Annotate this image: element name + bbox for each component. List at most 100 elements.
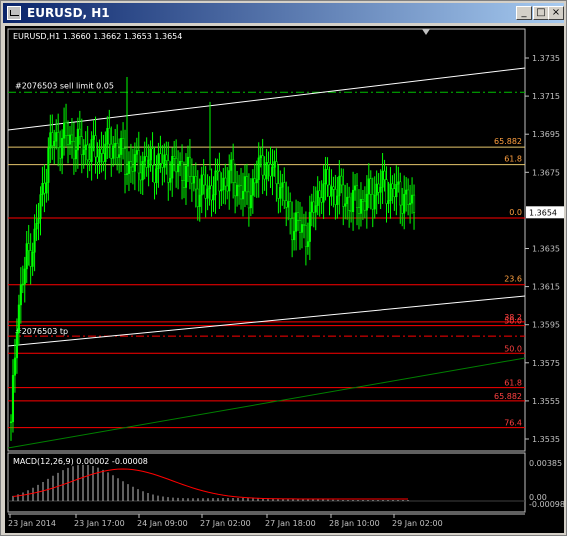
candle-body <box>74 149 77 160</box>
candle-body <box>385 179 388 204</box>
candle-body <box>84 144 87 151</box>
candle-body <box>281 182 284 188</box>
chart-window-icon[interactable] <box>7 6 21 20</box>
candle-body <box>196 188 199 207</box>
candle-body <box>326 169 329 186</box>
candle-body <box>395 184 398 198</box>
candle-body <box>39 194 42 219</box>
candle-body <box>359 199 363 214</box>
candle-body <box>78 128 81 137</box>
candle-body <box>137 150 140 174</box>
close-button[interactable]: × <box>548 6 564 20</box>
price-tick-label: 1.3535 <box>532 435 560 444</box>
candle-body <box>92 135 95 140</box>
macd-axis-label: -0.00098 <box>529 500 564 509</box>
candle-body <box>127 161 131 174</box>
candle-body <box>381 170 384 188</box>
candle-body <box>88 159 91 162</box>
time-tick-label: 27 Jan 02:00 <box>200 519 251 528</box>
candle-body <box>348 196 351 211</box>
candle-body <box>112 145 115 159</box>
chart-area[interactable]: 1.3735 1.3715 1.3695 1.3675 1.3635 1.3615 1.35… <box>5 26 564 533</box>
candle-body <box>302 224 305 226</box>
candle-body <box>277 183 280 199</box>
candle-body <box>94 135 97 158</box>
candle-body <box>122 138 125 149</box>
candle-body <box>96 156 99 163</box>
minimize-button[interactable]: _ <box>516 6 532 20</box>
candle-body <box>324 169 327 185</box>
candle-body <box>241 190 245 200</box>
candle-body <box>17 304 20 333</box>
candle-body <box>407 189 410 205</box>
candle-body <box>291 218 294 241</box>
candle-body <box>35 223 38 230</box>
candle-body <box>334 189 337 205</box>
candle-body <box>149 148 152 161</box>
price-tick-label: 1.3735 <box>532 54 560 63</box>
fib-level-label: 50.0 <box>504 344 522 353</box>
candle-body <box>293 231 296 241</box>
fib-level-label: 61.8 <box>504 379 522 388</box>
candle-body <box>155 168 158 183</box>
candle-body <box>279 187 282 199</box>
candle-body <box>139 172 142 181</box>
chart-window: EURUSD, H1 _ □ × 1.3735 1.3715 1.3695 1.367… <box>0 0 567 536</box>
candle-body <box>11 375 15 423</box>
candle-body <box>249 195 252 209</box>
candle-body <box>147 159 150 168</box>
candle-body <box>104 143 107 162</box>
candle-body <box>340 175 343 186</box>
candle-body <box>68 134 72 145</box>
candle-body <box>63 122 66 139</box>
time-tick-label: 23 Jan 2014 <box>8 519 56 528</box>
candle-body <box>165 154 168 161</box>
candle-body <box>412 194 416 213</box>
candle-body <box>9 421 13 424</box>
candle-body <box>316 190 319 206</box>
title-bar[interactable]: EURUSD, H1 _ □ × <box>3 3 564 23</box>
candle-body <box>106 128 109 145</box>
candle-body <box>401 204 404 214</box>
candle-body <box>220 189 223 192</box>
candle-body <box>72 140 75 160</box>
time-tick-label: 24 Jan 09:00 <box>137 519 188 528</box>
maximize-button[interactable]: □ <box>533 6 549 20</box>
candle-body <box>190 175 193 184</box>
window-title: EURUSD, H1 <box>27 6 110 20</box>
price-tick-label: 1.3555 <box>532 397 560 406</box>
candle-body <box>171 156 174 179</box>
candle-body <box>120 138 123 155</box>
candle-body <box>47 147 50 183</box>
upper-trendline <box>7 67 526 131</box>
candle-body <box>86 144 89 161</box>
candle-body <box>182 180 186 188</box>
candle-body <box>108 128 111 145</box>
candle-body <box>255 179 258 184</box>
candle-body <box>212 194 215 201</box>
candle-body <box>411 194 414 204</box>
price-chart[interactable]: 1.3735 1.3715 1.3695 1.3675 1.3635 1.3615 1.35… <box>5 26 564 533</box>
candle-body <box>344 203 347 207</box>
candle-body <box>369 178 372 195</box>
candle-body <box>283 182 286 201</box>
candle-body <box>41 183 44 195</box>
candle-body <box>403 193 406 214</box>
candle-body <box>19 284 22 306</box>
candle-body <box>224 177 227 187</box>
candle-body <box>61 137 64 159</box>
moving-average-line <box>7 357 526 449</box>
candle-body <box>289 201 292 219</box>
candle-body <box>143 156 146 162</box>
candle-body <box>131 166 134 172</box>
candle-body <box>226 185 229 192</box>
candle-body <box>188 156 191 177</box>
candle-body <box>320 197 323 203</box>
candle-body <box>194 176 197 190</box>
candle-body <box>328 184 331 197</box>
candle-body <box>234 182 237 197</box>
candle-body <box>13 357 16 376</box>
candle-body <box>373 194 376 210</box>
candle-body <box>261 155 264 176</box>
candle-body <box>27 243 30 251</box>
